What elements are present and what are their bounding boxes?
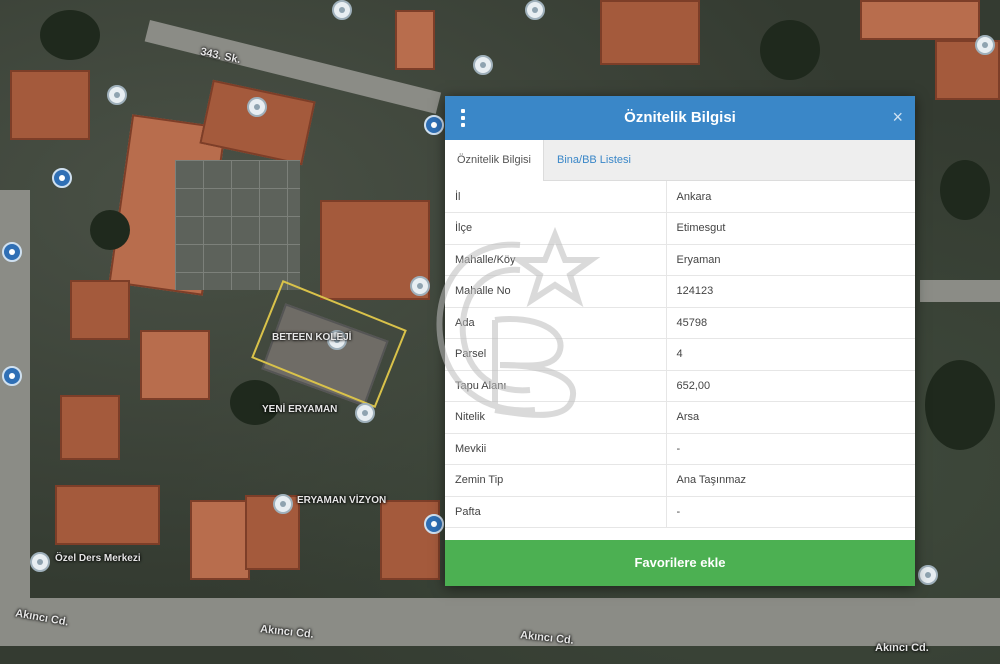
- table-row: Mahalle/Köy Eryaman: [445, 244, 915, 276]
- building-roof: [860, 0, 980, 40]
- building-roof: [140, 330, 210, 400]
- poi-pin-icon[interactable]: [525, 0, 545, 20]
- tree: [90, 210, 130, 250]
- table-row: İl Ankara: [445, 181, 915, 213]
- attribute-key: Mahalle No: [445, 275, 667, 308]
- attribute-value: 45798: [666, 307, 915, 339]
- attribute-key: Pafta: [445, 496, 667, 528]
- tree: [925, 360, 995, 450]
- attribute-value: 124123: [666, 275, 915, 308]
- tree: [940, 160, 990, 220]
- attribute-key: Ada: [445, 307, 667, 339]
- table-row: Parsel 4: [445, 338, 915, 371]
- building-roof: [380, 500, 440, 580]
- street-label: Akıncı Cd.: [875, 642, 929, 654]
- table-row: Ada 45798: [445, 307, 915, 339]
- table-row: Pafta -: [445, 496, 915, 528]
- poi-pin-icon[interactable]: [52, 168, 72, 188]
- dialog-tabs: Öznitelik Bilgisi Bina/BB Listesi: [445, 140, 915, 181]
- attribute-key: Mevkii: [445, 433, 667, 465]
- poi-pin-icon[interactable]: [247, 97, 267, 117]
- attribute-value: Ana Taşınmaz: [666, 464, 915, 497]
- building-roof: [10, 70, 90, 140]
- attribute-value: 4: [666, 338, 915, 371]
- road: [920, 280, 1000, 302]
- attribute-value: Arsa: [666, 401, 915, 434]
- table-row: Tapu Alanı 652,00: [445, 370, 915, 402]
- tab-attribute-info[interactable]: Öznitelik Bilgisi: [445, 140, 544, 181]
- sports-court: [175, 160, 300, 290]
- building-roof: [600, 0, 700, 65]
- poi-pin-icon[interactable]: [30, 552, 50, 572]
- poi-pin-icon[interactable]: [975, 35, 995, 55]
- building-roof: [395, 10, 435, 70]
- dialog-title: Öznitelik Bilgisi: [624, 109, 736, 126]
- attribute-value: Etimesgut: [666, 212, 915, 245]
- poi-pin-icon[interactable]: [332, 0, 352, 20]
- attribute-value: -: [666, 433, 915, 465]
- attribute-table: İl Ankara İlçe Etimesgut Mahalle/Köy Ery…: [445, 181, 915, 528]
- poi-label: ERYAMAN VİZYON: [297, 495, 387, 506]
- poi-pin-icon[interactable]: [2, 366, 22, 386]
- table-row: Zemin Tip Ana Taşınmaz: [445, 464, 915, 497]
- attribute-key: Parsel: [445, 338, 667, 371]
- tree: [230, 380, 280, 425]
- attribute-info-dialog: Öznitelik Bilgisi × Öznitelik Bilgisi Bi…: [445, 96, 915, 586]
- poi-pin-icon[interactable]: [273, 494, 293, 514]
- poi-pin-icon[interactable]: [473, 55, 493, 75]
- tab-building-list[interactable]: Bina/BB Listesi: [545, 140, 643, 180]
- poi-pin-icon[interactable]: [918, 565, 938, 585]
- table-row: Nitelik Arsa: [445, 401, 915, 434]
- attribute-value: -: [666, 496, 915, 528]
- poi-pin-icon[interactable]: [107, 85, 127, 105]
- close-icon[interactable]: ×: [892, 107, 903, 128]
- poi-label: BETEEN KOLEJİ: [272, 332, 352, 343]
- attribute-value: 652,00: [666, 370, 915, 402]
- attribute-key: Nitelik: [445, 401, 667, 434]
- tree: [40, 10, 100, 60]
- attribute-key: İl: [445, 181, 667, 213]
- table-row: Mevkii -: [445, 433, 915, 465]
- attribute-key: Zemin Tip: [445, 464, 667, 497]
- tree: [760, 20, 820, 80]
- poi-pin-icon[interactable]: [410, 276, 430, 296]
- attribute-key: Tapu Alanı: [445, 370, 667, 402]
- table-row: İlçe Etimesgut: [445, 212, 915, 245]
- building-roof: [190, 500, 250, 580]
- poi-label: YENİ ERYAMAN: [262, 404, 338, 415]
- attribute-key: Mahalle/Köy: [445, 244, 667, 276]
- attribute-value: Eryaman: [666, 244, 915, 276]
- building-roof: [55, 485, 160, 545]
- building-roof: [70, 280, 130, 340]
- dialog-header: Öznitelik Bilgisi ×: [445, 96, 915, 140]
- poi-pin-icon[interactable]: [424, 514, 444, 534]
- add-to-favorites-button[interactable]: Favorilere ekle: [445, 540, 915, 586]
- attribute-value: Ankara: [666, 181, 915, 213]
- table-row: Mahalle No 124123: [445, 275, 915, 308]
- attribute-key: İlçe: [445, 212, 667, 245]
- road: [0, 598, 1000, 646]
- poi-pin-icon[interactable]: [2, 242, 22, 262]
- poi-pin-icon[interactable]: [355, 403, 375, 423]
- building-roof: [60, 395, 120, 460]
- poi-label: Özel Ders Merkezi: [55, 553, 141, 564]
- poi-pin-icon[interactable]: [424, 115, 444, 135]
